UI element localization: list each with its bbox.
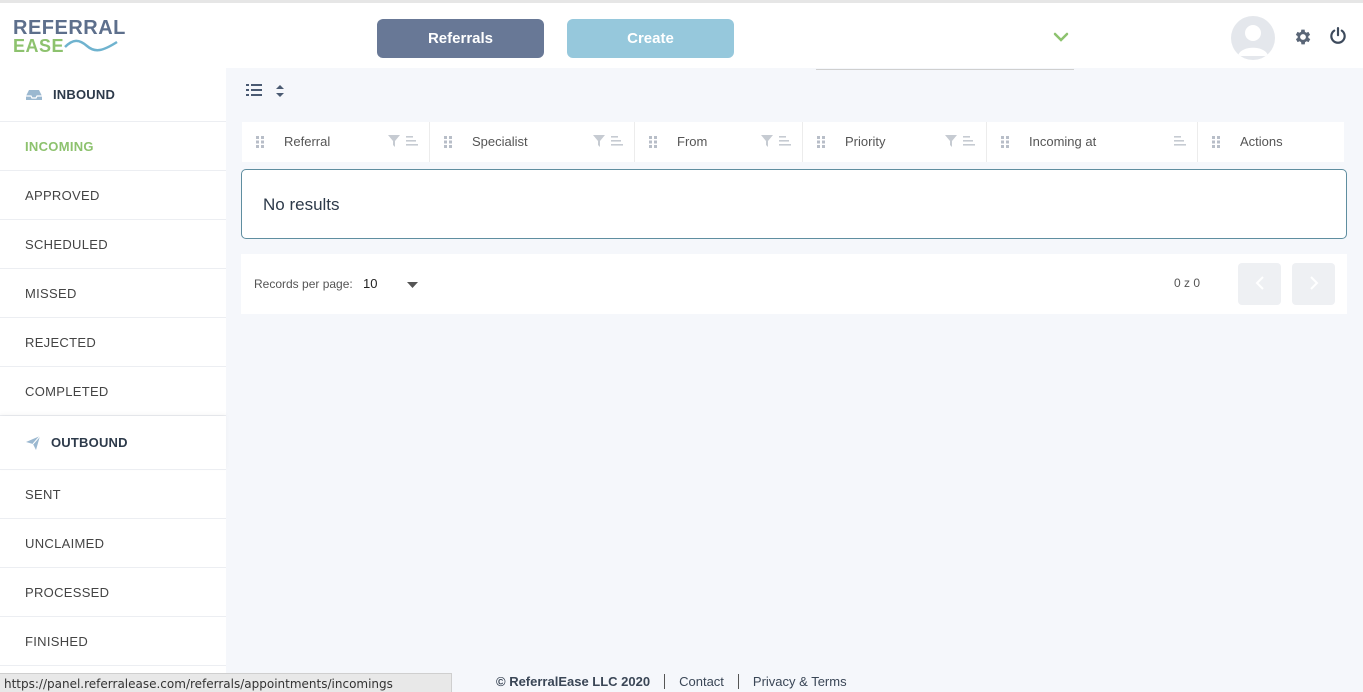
inbox-icon xyxy=(26,89,42,100)
sort-lines-icon[interactable] xyxy=(963,135,975,147)
table-header: Referral Specialist From Priority Incomi… xyxy=(242,122,1344,162)
sidebar-item-finished[interactable]: FINISHED xyxy=(0,617,226,666)
column-header-specialist[interactable]: Specialist xyxy=(430,122,635,162)
sidebar-item-completed[interactable]: COMPLETED xyxy=(0,367,226,416)
list-view-icon[interactable] xyxy=(246,83,262,97)
sort-icon[interactable] xyxy=(275,84,285,98)
sidebar-section-label: OUTBOUND xyxy=(51,435,128,450)
drag-handle-icon[interactable] xyxy=(1212,136,1220,148)
drag-handle-icon[interactable] xyxy=(444,136,452,148)
filter-icon[interactable] xyxy=(945,135,957,147)
create-button[interactable]: Create xyxy=(567,19,734,58)
drag-handle-icon[interactable] xyxy=(256,136,264,148)
sidebar-item-incoming[interactable]: INCOMING xyxy=(0,122,226,171)
filter-icon[interactable] xyxy=(388,135,400,147)
footer-contact-link[interactable]: Contact xyxy=(665,673,739,689)
paper-plane-icon xyxy=(26,435,41,450)
sidebar-item-scheduled[interactable]: SCHEDULED xyxy=(0,220,226,269)
logo-text-bottom: EASE xyxy=(13,36,65,56)
sidebar-item-sent[interactable]: SENT xyxy=(0,470,226,519)
sidebar: INBOUND INCOMING APPROVED SCHEDULED MISS… xyxy=(0,68,226,692)
filter-icon[interactable] xyxy=(761,135,773,147)
top-header: REFERRAL EASE Referrals Create xyxy=(0,0,1363,70)
chevron-left-icon xyxy=(1255,275,1264,290)
location-select[interactable] xyxy=(816,23,1074,70)
sidebar-section-inbound[interactable]: INBOUND xyxy=(0,68,226,122)
records-per-page-select[interactable]: 10 xyxy=(363,276,377,291)
logo-wave-icon xyxy=(64,39,118,52)
column-label: Referral xyxy=(284,134,331,149)
footer: © ReferralEase LLC 2020 Contact Privacy … xyxy=(496,671,847,691)
caret-down-icon[interactable] xyxy=(407,282,418,288)
gear-icon[interactable] xyxy=(1293,27,1313,47)
sidebar-item-processed[interactable]: PROCESSED xyxy=(0,568,226,617)
sort-lines-icon[interactable] xyxy=(1174,135,1186,147)
column-label: From xyxy=(677,134,708,149)
column-header-from[interactable]: From xyxy=(635,122,803,162)
sidebar-item-rejected[interactable]: REJECTED xyxy=(0,318,226,367)
user-avatar-icon xyxy=(1238,25,1268,56)
empty-results-panel: No results xyxy=(241,169,1347,239)
sidebar-item-missed[interactable]: MISSED xyxy=(0,269,226,318)
footer-privacy-link[interactable]: Privacy & Terms xyxy=(739,674,847,689)
drag-handle-icon[interactable] xyxy=(817,136,825,148)
records-per-page-label: Records per page: xyxy=(254,277,353,291)
column-label: Actions xyxy=(1240,134,1283,149)
drag-handle-icon[interactable] xyxy=(649,136,657,148)
user-avatar[interactable] xyxy=(1231,16,1275,60)
filter-icon[interactable] xyxy=(593,135,605,147)
footer-copyright: © ReferralEase LLC 2020 xyxy=(496,673,666,689)
chevron-right-icon xyxy=(1309,275,1318,290)
column-label: Priority xyxy=(845,134,886,149)
empty-results-message: No results xyxy=(263,195,340,214)
column-label: Incoming at xyxy=(1029,134,1097,149)
chevron-down-icon xyxy=(1053,32,1069,42)
pagination-bar: Records per page: 10 0 z 0 xyxy=(241,254,1347,314)
column-header-referral[interactable]: Referral xyxy=(242,122,430,162)
logo-text-top: REFERRAL xyxy=(13,17,126,39)
sort-lines-icon[interactable] xyxy=(611,135,623,147)
referrals-button[interactable]: Referrals xyxy=(377,19,544,58)
referralease-logo[interactable]: REFERRAL EASE xyxy=(13,17,126,60)
sort-lines-icon[interactable] xyxy=(406,135,418,147)
record-count: 0 z 0 xyxy=(1174,276,1201,290)
sidebar-section-outbound[interactable]: OUTBOUND xyxy=(0,416,226,470)
sidebar-section-label: INBOUND xyxy=(53,87,116,102)
status-bar-url: https://panel.referralease.com/referrals… xyxy=(0,673,452,692)
column-header-incoming-at[interactable]: Incoming at xyxy=(987,122,1198,162)
column-header-actions[interactable]: Actions xyxy=(1198,122,1344,162)
sidebar-item-approved[interactable]: APPROVED xyxy=(0,171,226,220)
sort-lines-icon[interactable] xyxy=(779,135,791,147)
column-header-priority[interactable]: Priority xyxy=(803,122,987,162)
drag-handle-icon[interactable] xyxy=(1001,136,1009,148)
sidebar-item-unclaimed[interactable]: UNCLAIMED xyxy=(0,519,226,568)
next-page-button[interactable] xyxy=(1292,263,1335,305)
column-label: Specialist xyxy=(472,134,528,149)
previous-page-button[interactable] xyxy=(1238,263,1281,305)
power-icon[interactable] xyxy=(1328,26,1348,46)
